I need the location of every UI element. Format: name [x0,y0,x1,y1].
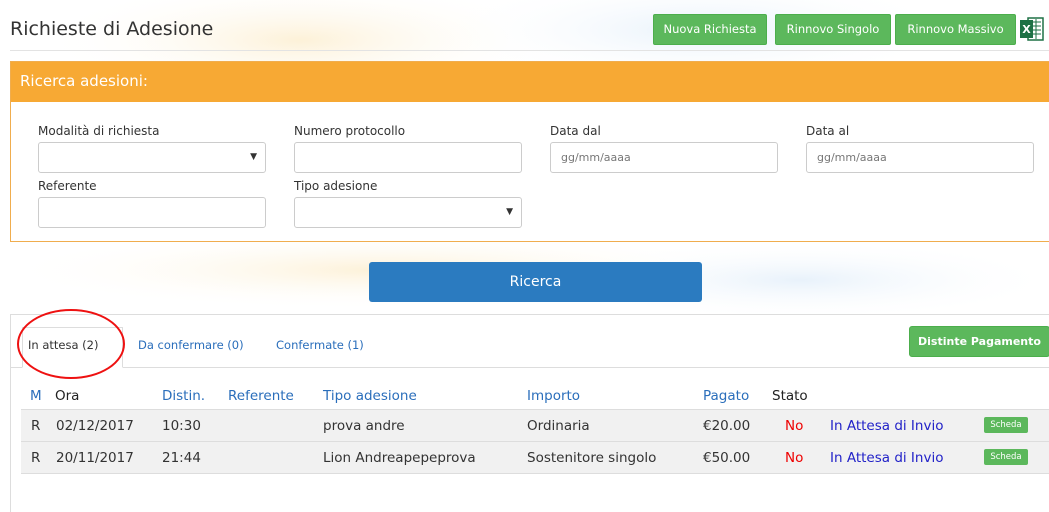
excel-icon[interactable]: X [1020,16,1044,42]
highlight-circle [17,309,125,379]
caret-down-icon: ▼ [506,207,513,217]
nuova-richiesta-button[interactable]: Nuova Richiesta [653,14,767,45]
modalita-select[interactable]: ▼ [38,142,266,173]
search-panel: Ricerca adesioni: Modalità di richiesta … [10,61,1049,242]
col-header-stato: Stato [772,388,808,404]
tipo-adesione-label: Tipo adesione [294,179,378,193]
data-al-input[interactable]: gg/mm/aaaa [806,142,1034,173]
row-referente: Lion Andreapepeprova [323,450,476,466]
rinnovo-singolo-button[interactable]: Rinnovo Singolo [775,14,891,45]
row-m: R [31,418,41,434]
tabs-divider [11,367,1049,368]
col-header-m: M [30,388,42,404]
page-title: Richieste di Adesione [10,18,214,40]
row-stato-link[interactable]: In Attesa di Invio [830,418,943,434]
row-date: 02/12/2017 [56,418,134,434]
row-m: R [31,450,41,466]
svg-text:X: X [1022,23,1031,36]
distinte-pagamento-button[interactable]: Distinte Pagamento [909,326,1049,357]
referente-input[interactable] [38,197,266,228]
row-time: 21:44 [162,450,201,466]
data-dal-input[interactable]: gg/mm/aaaa [550,142,778,173]
col-header-ora: Ora [55,388,80,404]
data-dal-label: Data dal [550,124,601,138]
modalita-label: Modalità di richiesta [38,124,160,138]
rinnovo-massivo-button[interactable]: Rinnovo Massivo [895,14,1016,45]
row-stato-link[interactable]: In Attesa di Invio [830,450,943,466]
title-divider [10,50,1049,51]
row-importo: €20.00 [703,418,751,434]
col-header-tipo-adesione[interactable]: Tipo adesione [323,388,417,404]
row-date: 20/11/2017 [56,450,134,466]
tab-confermate[interactable]: Confermate (1) [276,338,364,352]
search-panel-title: Ricerca adesioni: [11,62,1049,102]
row-tipo: Ordinaria [527,418,590,434]
scheda-button[interactable]: Scheda [984,417,1028,433]
row-time: 10:30 [162,418,201,434]
data-al-label: Data al [806,124,850,138]
col-header-importo[interactable]: Importo [527,388,580,404]
tab-da-confermare[interactable]: Da confermare (0) [138,338,244,352]
referente-label: Referente [38,179,97,193]
scheda-button[interactable]: Scheda [984,449,1028,465]
caret-down-icon: ▼ [250,152,257,162]
tipo-adesione-select[interactable]: ▼ [294,197,522,228]
row-pagato: No [785,450,804,466]
row-divider [21,473,1049,474]
protocollo-input[interactable] [294,142,522,173]
ricerca-button[interactable]: Ricerca [369,262,702,302]
col-header-pagato[interactable]: Pagato [703,388,749,404]
row-importo: €50.00 [703,450,751,466]
col-header-distin[interactable]: Distin. [162,388,205,404]
row-pagato: No [785,418,804,434]
row-referente: prova andre [323,418,405,434]
row-tipo: Sostenitore singolo [527,450,657,466]
col-header-referente[interactable]: Referente [228,388,294,404]
protocollo-label: Numero protocollo [294,124,406,138]
